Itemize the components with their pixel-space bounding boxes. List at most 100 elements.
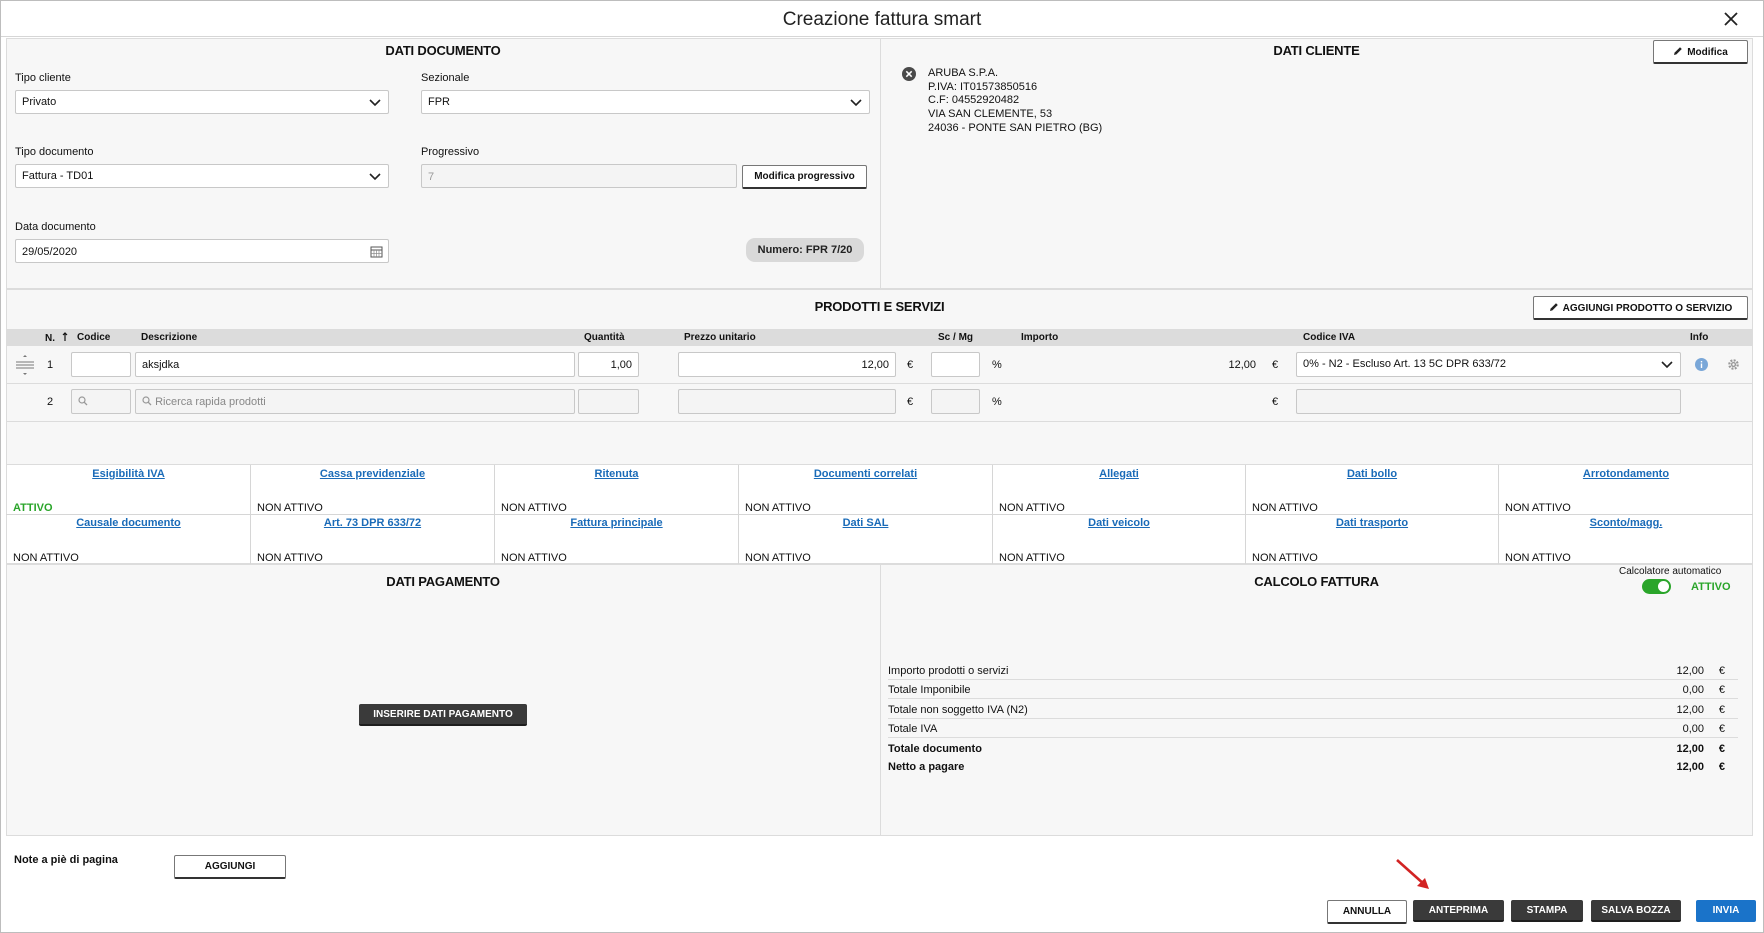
modifica-cliente-button[interactable]: Modifica: [1653, 40, 1748, 64]
aggiungi-prodotto-button[interactable]: AGGIUNGI PRODOTTO O SERVIZIO: [1533, 296, 1748, 320]
link-dati-trasporto[interactable]: Dati trasporto: [1246, 517, 1498, 529]
calcolatore-label: Calcolatore automatico: [1619, 566, 1722, 577]
numero-badge: Numero: FPR 7/20: [746, 238, 864, 262]
aggiungi-prodotto-label: AGGIUNGI PRODOTTO O SERVIZIO: [1562, 303, 1733, 314]
calc-row-imponibile: Totale Imponibile 0,00 €: [888, 680, 1738, 699]
link-documenti-correlati[interactable]: Documenti correlati: [739, 468, 992, 480]
link-sconto-magg[interactable]: Sconto/magg.: [1499, 517, 1753, 529]
tipo-documento-label: Tipo documento: [15, 146, 94, 158]
invia-button[interactable]: INVIA: [1696, 900, 1756, 922]
anteprima-button[interactable]: ANTEPRIMA: [1413, 900, 1504, 922]
status-arrotondamento: NON ATTIVO: [1505, 502, 1571, 514]
cliente-panel: [880, 38, 1753, 289]
link-causale-documento[interactable]: Causale documento: [7, 517, 250, 529]
title-bar: Creazione fattura smart: [1, 1, 1763, 37]
info-icon[interactable]: [1695, 358, 1708, 371]
modifica-progressivo-button[interactable]: Modifica progressivo: [742, 165, 867, 189]
link-art73[interactable]: Art. 73 DPR 633/72: [251, 517, 494, 529]
sezionale-select[interactable]: FPR: [421, 90, 870, 114]
sc-input[interactable]: [931, 352, 980, 377]
status-allegati: NON ATTIVO: [999, 502, 1065, 514]
chevron-down-icon: [1661, 361, 1673, 369]
codice-input[interactable]: [71, 352, 131, 377]
data-documento-input[interactable]: 29/05/2020: [15, 239, 389, 263]
client-city: 24036 - PONTE SAN PIETRO (BG): [928, 122, 1103, 134]
prezzo-input[interactable]: 12,00: [678, 352, 896, 377]
calcolatore-status: ATTIVO: [1691, 581, 1731, 593]
col-info: Info: [1690, 332, 1709, 343]
calcolatore-toggle[interactable]: [1642, 579, 1671, 594]
codice-search-input[interactable]: [71, 389, 131, 414]
gear-icon[interactable]: [1727, 358, 1740, 371]
euro-symbol: €: [907, 396, 914, 408]
stampa-button[interactable]: STAMPA: [1511, 900, 1583, 922]
codice-iva-value: 0% - N2 - Escluso Art. 13 5C DPR 633/72: [1303, 358, 1506, 370]
ricerca-prodotti-input[interactable]: Ricerca rapida prodotti: [135, 389, 575, 414]
prezzo-input[interactable]: [678, 389, 896, 414]
euro-symbol: €: [907, 359, 914, 371]
annotation-arrow-icon: [1396, 859, 1429, 889]
search-icon: [78, 396, 88, 406]
progressivo-input[interactable]: 7: [421, 164, 737, 188]
status-dati-veicolo: NON ATTIVO: [999, 552, 1065, 564]
col-codice: Codice: [77, 332, 111, 343]
tipo-cliente-label: Tipo cliente: [15, 72, 71, 84]
link-dati-veicolo[interactable]: Dati veicolo: [993, 517, 1245, 529]
status-dati-sal: NON ATTIVO: [745, 552, 811, 564]
link-arrotondamento[interactable]: Arrotondamento: [1499, 468, 1753, 480]
client-address: VIA SAN CLEMENTE, 53: [928, 108, 1053, 120]
salva-bozza-button[interactable]: SALVA BOZZA: [1591, 900, 1681, 922]
importo-value: 12,00: [1228, 359, 1256, 371]
link-esigibilita-iva[interactable]: Esigibilità IVA: [7, 468, 250, 480]
tipo-cliente-select[interactable]: Privato: [15, 90, 389, 114]
status-dati-trasporto: NON ATTIVO: [1252, 552, 1318, 564]
col-sc: Sc / Mg: [938, 332, 974, 343]
col-quantita: Quantità: [584, 332, 625, 343]
drag-handle-icon[interactable]: [14, 354, 36, 376]
sezionale-label: Sezionale: [421, 72, 470, 84]
quantita-input[interactable]: 1,00: [578, 352, 639, 377]
calc-row-non-soggetto: Totale non soggetto IVA (N2) 12,00 €: [888, 700, 1738, 719]
quantita-input[interactable]: [578, 389, 639, 414]
note-label: Note a piè di pagina: [14, 854, 118, 866]
link-ritenuta[interactable]: Ritenuta: [495, 468, 738, 480]
codice-iva-input[interactable]: [1296, 389, 1681, 414]
link-dati-bollo[interactable]: Dati bollo: [1246, 468, 1498, 480]
documento-title: DATI DOCUMENTO: [385, 43, 501, 58]
sort-arrow-icon[interactable]: [61, 332, 69, 342]
annulla-button[interactable]: ANNULLA: [1327, 900, 1407, 924]
codice-iva-select[interactable]: 0% - N2 - Escluso Art. 13 5C DPR 633/72: [1296, 352, 1681, 377]
sc-input[interactable]: [931, 389, 980, 414]
euro-symbol: €: [1272, 396, 1279, 408]
status-dati-bollo: NON ATTIVO: [1252, 502, 1318, 514]
link-allegati[interactable]: Allegati: [993, 468, 1245, 480]
status-causale-documento: NON ATTIVO: [13, 552, 79, 564]
link-fattura-principale[interactable]: Fattura principale: [495, 517, 738, 529]
euro-symbol: €: [1272, 359, 1279, 371]
row-number: 2: [47, 396, 54, 408]
calendar-icon[interactable]: [370, 245, 383, 258]
status-art73: NON ATTIVO: [257, 552, 323, 564]
cliente-title: DATI CLIENTE: [1273, 43, 1360, 58]
chevron-down-icon: [369, 173, 381, 181]
calc-row-netto: Netto a pagare 12,00 €: [888, 761, 1725, 773]
calc-row-iva: Totale IVA 0,00 €: [888, 719, 1738, 738]
window-title: Creazione fattura smart: [782, 9, 982, 30]
status-fattura-principale: NON ATTIVO: [501, 552, 567, 564]
status-documenti-correlati: NON ATTIVO: [745, 502, 811, 514]
close-icon[interactable]: [1721, 9, 1741, 29]
options-divider: [6, 514, 1753, 515]
inserire-pagamento-button[interactable]: INSERIRE DATI PAGAMENTO: [359, 704, 527, 726]
link-cassa-previdenziale[interactable]: Cassa previdenziale: [251, 468, 494, 480]
status-esigibilita-iva: ATTIVO: [13, 502, 53, 514]
tipo-documento-select[interactable]: Fattura - TD01: [15, 164, 389, 188]
tipo-cliente-value: Privato: [22, 96, 57, 108]
aggiungi-note-button[interactable]: AGGIUNGI: [174, 855, 286, 879]
descrizione-input[interactable]: aksjdka: [135, 352, 575, 377]
sezionale-value: FPR: [428, 96, 450, 108]
link-dati-sal[interactable]: Dati SAL: [739, 517, 992, 529]
data-documento-value: 29/05/2020: [22, 246, 78, 258]
pagamento-title: DATI PAGAMENTO: [386, 574, 500, 589]
remove-client-icon[interactable]: [902, 67, 916, 81]
pencil-icon: [1549, 303, 1558, 311]
